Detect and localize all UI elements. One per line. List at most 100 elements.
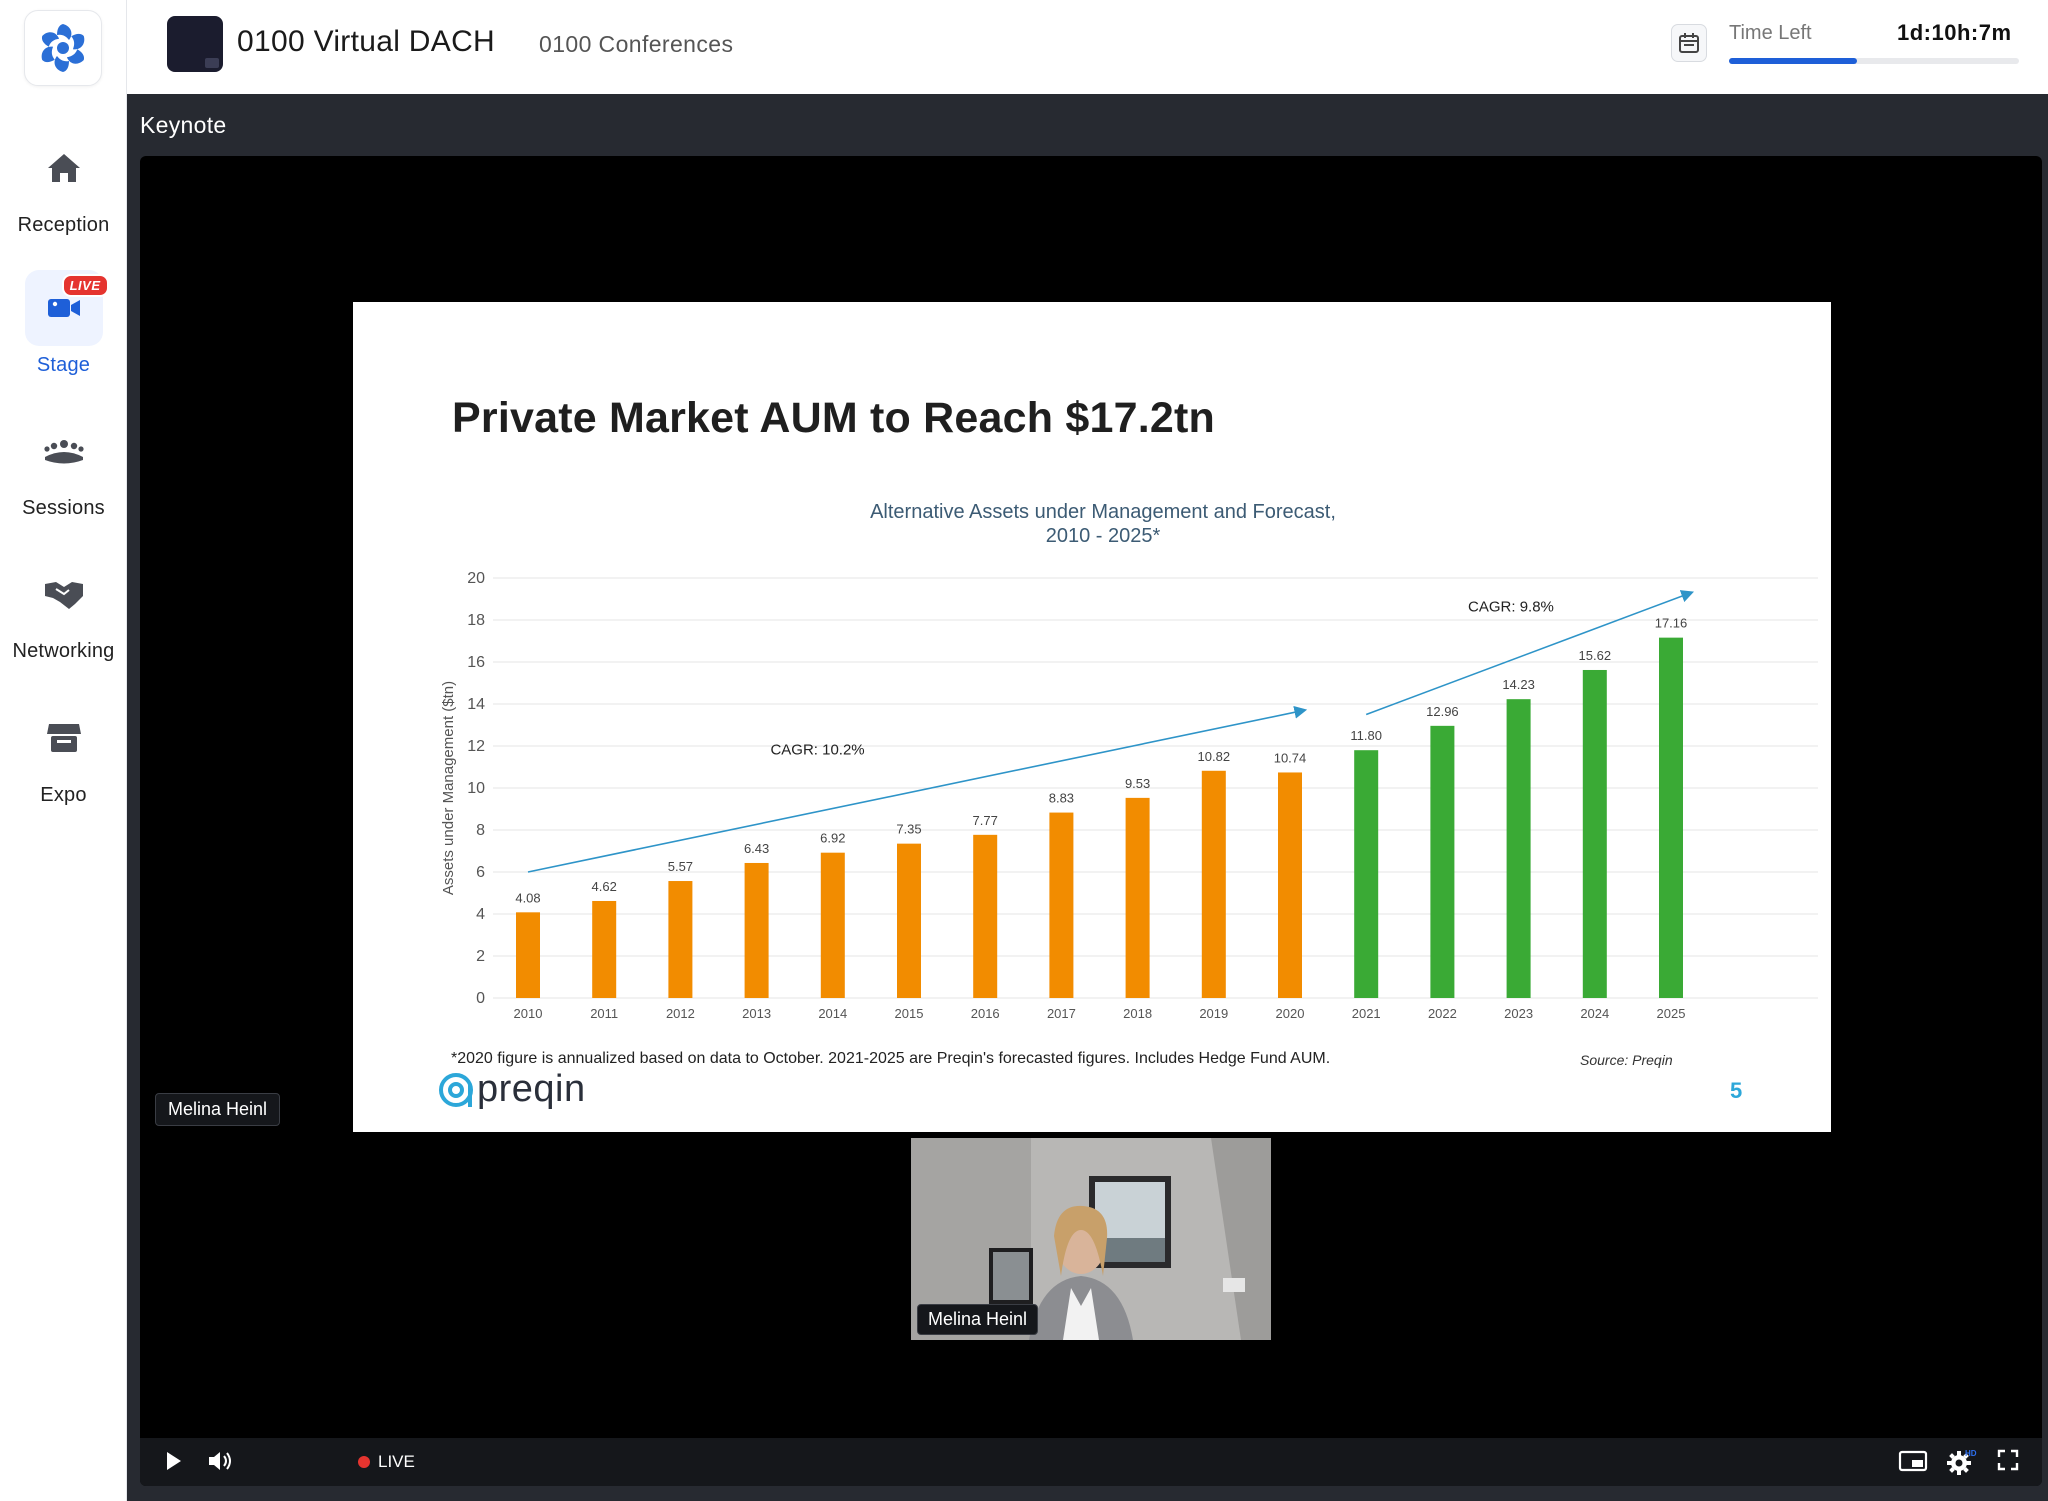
y-tick-label: 0	[476, 990, 485, 1007]
x-tick-label: 2021	[1352, 1006, 1381, 1021]
x-tick-label: 2016	[971, 1006, 1000, 1021]
fullscreen-icon	[1997, 1449, 2019, 1471]
sidebar-item-label: Stage	[36, 354, 91, 376]
bar-value-label: 7.77	[973, 813, 998, 828]
bar-2018	[1125, 797, 1150, 998]
preqin-logo: preqin	[437, 1068, 586, 1111]
slide-source: Source: Preqin	[1580, 1052, 1673, 1068]
calendar-button[interactable]	[1671, 24, 1707, 62]
y-tick-label: 2	[476, 948, 485, 965]
sidebar-item-label: Expo	[40, 784, 87, 806]
player-controls: LIVE HD	[140, 1438, 2042, 1486]
event-logo	[167, 16, 223, 72]
bar-2025	[1659, 637, 1683, 998]
y-axis-label: Assets under Management ($tn)	[440, 681, 457, 895]
x-tick-label: 2024	[1580, 1006, 1609, 1021]
live-badge: LIVE	[61, 274, 109, 297]
sidebar-item-expo[interactable]: Expo	[0, 700, 127, 807]
chart-title: Alternative Assets under Management and …	[870, 501, 1336, 523]
swirl-logo-icon	[41, 24, 85, 72]
webcam-name-tag: Melina Heinl	[917, 1304, 1039, 1335]
booth-icon	[25, 700, 103, 776]
event-logo-corner	[205, 58, 219, 68]
fullscreen-button[interactable]	[1996, 1448, 2020, 1472]
bar-2010	[516, 912, 540, 998]
top-header: 0100 Virtual DACH 0100 Conferences Time …	[127, 0, 2048, 94]
y-tick-label: 18	[467, 612, 485, 629]
sidebar: Reception LIVE Stage Sessions Networking…	[0, 0, 127, 1501]
bar-2014	[820, 852, 845, 998]
presenter-name-tag: Melina Heinl	[155, 1093, 281, 1126]
x-tick-label: 2025	[1657, 1006, 1686, 1021]
event-title: 0100 Virtual DACH	[237, 25, 496, 58]
bar-2022	[1430, 725, 1455, 998]
bar-value-label: 17.16	[1655, 616, 1688, 631]
bar-2011	[592, 900, 617, 998]
home-icon	[25, 130, 103, 206]
bar-value-label: 12.96	[1426, 704, 1459, 719]
x-tick-label: 2015	[895, 1006, 924, 1021]
bar-value-label: 15.62	[1579, 648, 1612, 663]
chart-subtitle: 2010 - 2025*	[1046, 525, 1161, 547]
time-progress-bar	[1729, 58, 2019, 64]
bar-2017	[1049, 812, 1074, 998]
picture-in-picture-button[interactable]	[1898, 1448, 1928, 1474]
y-tick-label: 20	[467, 570, 485, 587]
bar-2016	[973, 834, 998, 998]
time-progress-fill	[1729, 58, 1857, 64]
bar-2021	[1354, 750, 1379, 998]
x-tick-label: 2019	[1199, 1006, 1228, 1021]
app-logo[interactable]	[24, 10, 102, 86]
volume-button[interactable]	[206, 1448, 234, 1474]
slide-footnote: *2020 figure is annualized based on data…	[451, 1050, 1331, 1067]
x-tick-label: 2012	[666, 1006, 695, 1021]
cagr-annotation: CAGR: 9.8%	[1468, 599, 1554, 616]
y-tick-label: 16	[467, 654, 485, 671]
bar-value-label: 8.83	[1049, 791, 1074, 806]
x-tick-label: 2020	[1276, 1006, 1305, 1021]
handshake-icon	[25, 556, 103, 632]
picture-in-picture-icon	[1898, 1450, 1928, 1472]
bar-value-label: 4.08	[515, 890, 540, 905]
slide-page-number: 5	[1730, 1078, 1743, 1103]
sidebar-item-stage[interactable]: LIVE Stage	[0, 270, 127, 377]
x-tick-label: 2014	[818, 1006, 847, 1021]
play-button[interactable]	[160, 1448, 186, 1474]
bar-2019	[1201, 770, 1226, 998]
y-tick-label: 10	[467, 780, 485, 797]
preqin-mark-icon	[439, 1072, 473, 1107]
volume-icon	[209, 1452, 231, 1470]
video-player[interactable]: Private Market AUM to Reach $17.2tn Alte…	[140, 156, 2042, 1486]
y-tick-label: 12	[467, 738, 485, 755]
settings-button[interactable]: HD	[1946, 1448, 1978, 1476]
bar-2023	[1506, 699, 1531, 998]
sidebar-item-reception[interactable]: Reception	[0, 130, 127, 237]
cagr-annotation: CAGR: 10.2%	[770, 741, 864, 758]
time-left-label: Time Left	[1729, 22, 1812, 44]
bar-value-label: 6.43	[744, 841, 769, 856]
sidebar-item-networking[interactable]: Networking	[0, 556, 127, 663]
x-tick-label: 2017	[1047, 1006, 1076, 1021]
calendar-icon	[1679, 33, 1699, 53]
y-tick-label: 6	[476, 864, 485, 881]
bar-value-label: 10.74	[1274, 750, 1307, 765]
settings-icon: HD	[1947, 1449, 1977, 1475]
section-title: Keynote	[140, 112, 227, 138]
play-icon	[167, 1452, 181, 1470]
bar-2024	[1582, 669, 1607, 998]
x-tick-label: 2013	[742, 1006, 771, 1021]
sidebar-item-label: Reception	[17, 214, 110, 236]
video-camera-icon: LIVE	[24, 270, 109, 346]
sidebar-item-label: Networking	[12, 640, 115, 662]
bar-2020	[1278, 772, 1302, 998]
sidebar-item-sessions[interactable]: Sessions	[0, 413, 127, 520]
bar-value-label: 10.82	[1198, 749, 1231, 764]
time-left-value: 1d:10h:7m	[1897, 20, 2012, 45]
webcam-feed[interactable]: Melina Heinl	[911, 1138, 1271, 1340]
bar-value-label: 5.57	[668, 859, 693, 874]
bar-2012	[668, 881, 693, 998]
people-group-icon	[25, 413, 103, 489]
bar-value-label: 4.62	[592, 879, 617, 894]
bar-2013	[744, 862, 769, 998]
bar-value-label: 14.23	[1502, 677, 1535, 692]
